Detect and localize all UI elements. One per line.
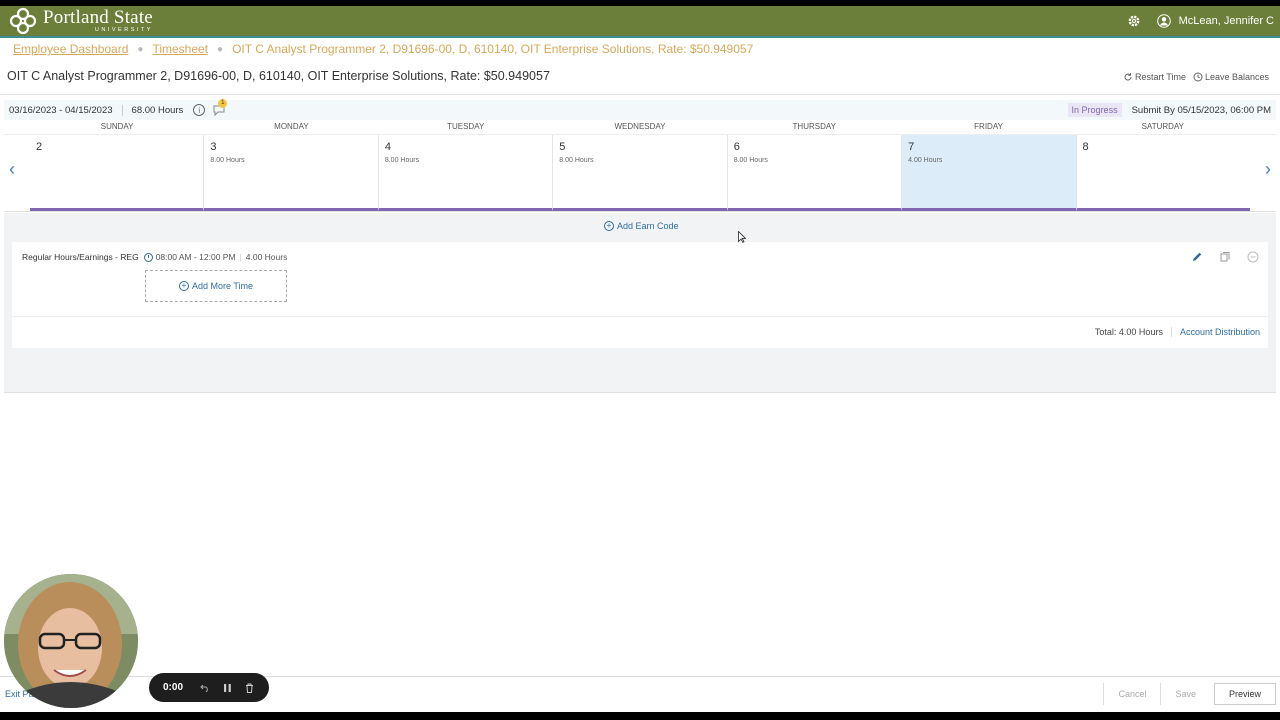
plus-circle-icon: +: [604, 221, 614, 231]
leave-balances-label: Leave Balances: [1204, 72, 1269, 82]
screen-recorder-controls: 0:00: [149, 673, 269, 702]
day-hours: 8.00 Hours: [559, 157, 594, 164]
day-number: 5: [559, 141, 566, 153]
day-name-saturday: SATURDAY: [1141, 122, 1185, 131]
add-earn-code-label: Add Earn Code: [617, 221, 679, 231]
calendar-day[interactable]: 5 8.00 Hours: [553, 135, 728, 211]
plus-circle-icon: +: [178, 281, 189, 291]
add-more-time-label: Add More Time: [191, 281, 254, 291]
logo-title: Portland State: [43, 7, 153, 29]
add-more-time-button[interactable]: + Add More Time: [145, 270, 287, 302]
restart-time-label: Restart Time: [1134, 72, 1186, 82]
day-number: 2: [36, 141, 43, 153]
bottom-strip: [0, 712, 1280, 720]
cancel-button[interactable]: Cancel: [1103, 683, 1160, 705]
day-number: 4: [384, 141, 391, 153]
pause-icon[interactable]: [221, 682, 233, 694]
calendar-day-selected[interactable]: 7 4.00 Hours: [902, 135, 1077, 211]
divider: [12, 316, 1268, 317]
remove-icon[interactable]: [1246, 250, 1260, 264]
day-name-tuesday: TUESDAY: [447, 122, 485, 131]
breadcrumb-separator: ●: [217, 43, 224, 55]
app-header: Portland State UNIVERSITY McLean, Jennif…: [0, 6, 1280, 38]
earn-code-label: Regular Hours/Earnings - REG: [22, 252, 139, 262]
day-number: 3: [210, 141, 217, 153]
submit-by-date: Submit By 05/15/2023, 06:00 PM: [1131, 104, 1271, 116]
page-title: OIT C Analyst Programmer 2, D91696-00, D…: [7, 69, 550, 83]
earn-entry-row: Regular Hours/Earnings - REG 08:00 AM - …: [22, 252, 287, 262]
next-week-arrow-icon[interactable]: ›: [1262, 159, 1274, 179]
earn-code-section: + Add Earn Code Regular Hours/Earnings -…: [4, 213, 1276, 393]
divider: |: [239, 252, 242, 262]
gear-icon[interactable]: [1126, 13, 1142, 29]
day-hours: 8.00 Hours: [384, 157, 420, 164]
day-name-wednesday: WEDNESDAY: [614, 122, 666, 131]
undo-icon[interactable]: [199, 682, 211, 694]
entry-hours: 4.00 Hours: [245, 252, 288, 262]
breadcrumb-timesheet[interactable]: Timesheet: [152, 42, 208, 56]
save-button[interactable]: Save: [1160, 683, 1210, 705]
copy-icon[interactable]: [1218, 250, 1232, 264]
day-name-thursday: THURSDAY: [792, 122, 836, 131]
edit-pencil-icon[interactable]: [1190, 250, 1204, 264]
comment-count-badge: 1: [218, 98, 228, 108]
breadcrumb-separator: ●: [137, 43, 144, 55]
preview-button[interactable]: Preview: [1213, 683, 1276, 705]
week-calendar: ‹ 2 3 8.00 Hours 4 8.00 Hours 5 8.00 Hou…: [4, 134, 1276, 212]
clock-icon: [143, 252, 153, 262]
leave-balances-icon: [1193, 72, 1203, 82]
trash-icon[interactable]: [243, 682, 255, 694]
restart-time-button[interactable]: Restart Time: [1123, 72, 1186, 82]
day-name-monday: MONDAY: [274, 122, 309, 131]
info-icon[interactable]: i: [193, 104, 206, 116]
day-number: 6: [733, 141, 740, 153]
user-icon[interactable]: [1156, 13, 1172, 29]
day-hours: 8.00 Hours: [733, 157, 768, 164]
breadcrumb-current: OIT C Analyst Programmer 2, D91696-00, D…: [232, 42, 754, 56]
psu-logo-icon: [8, 7, 38, 35]
day-name-sunday: SUNDAY: [100, 122, 134, 131]
calendar-day[interactable]: 2: [30, 135, 205, 211]
calendar-day[interactable]: 8: [1076, 135, 1250, 211]
earn-entry-card: Regular Hours/Earnings - REG 08:00 AM - …: [12, 242, 1268, 348]
breadcrumb-employee-dashboard[interactable]: Employee Dashboard: [13, 42, 128, 56]
status-badge: In Progress: [1067, 103, 1122, 117]
period-dates: 03/16/2023 - 04/15/2023: [9, 104, 123, 116]
day-hours: 8.00 Hours: [210, 157, 245, 164]
divider: [0, 94, 1280, 95]
time-range: 08:00 AM - 12:00 PM: [155, 252, 236, 262]
day-name-friday: FRIDAY: [974, 122, 1003, 131]
calendar-day[interactable]: 3 8.00 Hours: [204, 135, 379, 211]
pay-period-bar: 03/16/2023 - 04/15/2023 68.00 Hours i 1 …: [4, 98, 1276, 120]
recording-timer: 0:00: [163, 682, 184, 693]
user-name[interactable]: McLean, Jennifer C: [1179, 15, 1274, 27]
webcam-overlay: [4, 574, 138, 708]
mouse-cursor-icon: [738, 230, 747, 248]
calendar-day[interactable]: 6 8.00 Hours: [727, 135, 903, 211]
total-hours: Total: 4.00 Hours: [1095, 327, 1172, 337]
previous-week-arrow-icon[interactable]: ‹: [6, 159, 18, 179]
logo-subtitle: UNIVERSITY: [94, 27, 153, 34]
add-earn-code-button[interactable]: + Add Earn Code: [604, 221, 679, 231]
period-hours: 68.00 Hours: [131, 104, 184, 116]
breadcrumb: Employee Dashboard ● Timesheet ● OIT C A…: [13, 42, 753, 56]
comment-icon[interactable]: 1: [213, 98, 228, 116]
day-number: 8: [1082, 141, 1089, 153]
day-number: 7: [908, 141, 915, 153]
day-names-row: SUNDAY MONDAY TUESDAY WEDNESDAY THURSDAY…: [30, 122, 1250, 131]
day-hours: 4.00 Hours: [908, 157, 943, 164]
restart-icon: [1124, 73, 1132, 81]
account-distribution-link[interactable]: Account Distribution: [1180, 327, 1260, 337]
psu-logo[interactable]: Portland State UNIVERSITY: [8, 7, 153, 35]
calendar-day[interactable]: 4 8.00 Hours: [378, 135, 554, 211]
leave-balances-button[interactable]: Leave Balances: [1193, 72, 1269, 82]
